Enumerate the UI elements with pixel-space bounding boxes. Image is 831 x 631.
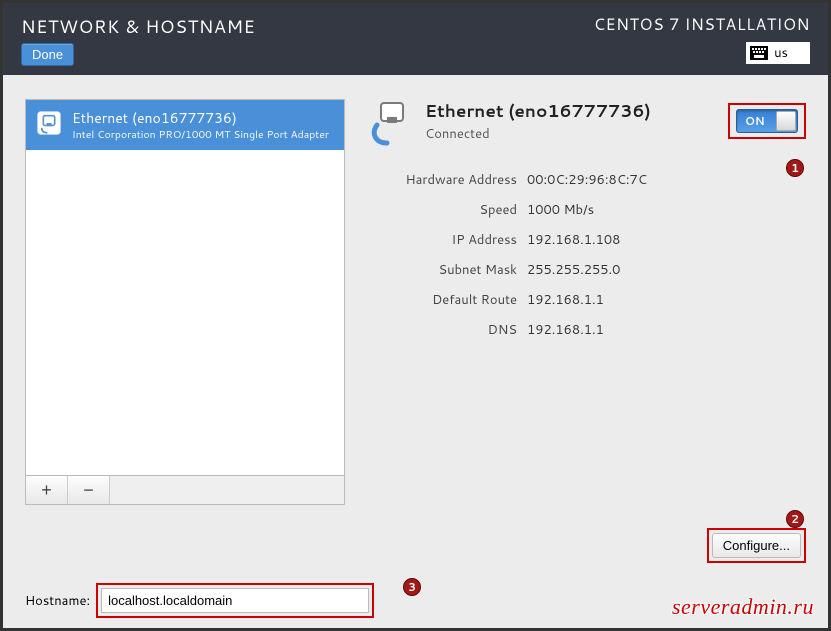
ip-value: 192.168.1.108 xyxy=(527,231,806,249)
connection-properties: Hardware Address 00:0C:29:96:8C:7C Speed… xyxy=(367,171,806,339)
list-buttons: + − xyxy=(25,476,345,505)
hw-addr-label: Hardware Address xyxy=(367,171,517,189)
mask-value: 255.255.255.0 xyxy=(527,261,806,279)
plus-icon: + xyxy=(41,480,52,501)
keyboard-layout-label: us xyxy=(774,44,788,62)
minus-icon: − xyxy=(83,480,94,501)
ethernet-icon xyxy=(36,110,62,136)
interface-detail-pane: Ethernet (eno16777736) Connected ON Hard… xyxy=(355,99,806,505)
hw-addr-value: 00:0C:29:96:8C:7C xyxy=(527,171,806,189)
hostname-input[interactable] xyxy=(101,588,369,613)
header-right: CENTOS 7 INSTALLATION us xyxy=(594,13,810,75)
detail-title: Ethernet (eno16777736) xyxy=(425,99,651,123)
toggle-knob xyxy=(776,111,796,131)
mask-label: Subnet Mask xyxy=(367,261,517,279)
watermark: serveradmin.ru xyxy=(672,594,814,620)
installer-window: NETWORK & HOSTNAME Done CENTOS 7 INSTALL… xyxy=(0,0,831,631)
route-value: 192.168.1.1 xyxy=(527,291,806,309)
installer-title: CENTOS 7 INSTALLATION xyxy=(594,13,810,36)
dns-value: 192.168.1.1 xyxy=(527,321,806,339)
interface-list-item[interactable]: Ethernet (eno16777736) Intel Corporation… xyxy=(26,100,344,150)
header-left: NETWORK & HOSTNAME Done xyxy=(21,13,255,75)
annotation-badge-3: 3 xyxy=(403,578,421,596)
toggle-label: ON xyxy=(745,113,765,129)
interface-description: Intel Corporation PRO/1000 MT Single Por… xyxy=(72,128,329,142)
detail-status: Connected xyxy=(425,125,651,143)
annotation-box-1: ON xyxy=(728,103,806,139)
speed-value: 1000 Mb/s xyxy=(527,201,806,219)
speed-label: Speed xyxy=(367,201,517,219)
route-label: Default Route xyxy=(367,291,517,309)
header-bar: NETWORK & HOSTNAME Done CENTOS 7 INSTALL… xyxy=(3,3,828,75)
dns-label: DNS xyxy=(367,321,517,339)
interface-list-column: Ethernet (eno16777736) Intel Corporation… xyxy=(25,99,345,505)
done-button[interactable]: Done xyxy=(21,43,74,66)
connection-toggle[interactable]: ON xyxy=(736,109,798,133)
annotation-badge-1: 1 xyxy=(786,159,804,177)
ethernet-large-icon xyxy=(367,99,415,147)
interface-list[interactable]: Ethernet (eno16777736) Intel Corporation… xyxy=(25,99,345,476)
annotation-box-2: Configure... xyxy=(707,528,806,563)
ip-label: IP Address xyxy=(367,231,517,249)
add-interface-button[interactable]: + xyxy=(26,476,68,504)
configure-button[interactable]: Configure... xyxy=(712,533,801,558)
annotation-badge-2: 2 xyxy=(786,510,804,528)
hostname-label: Hostname: xyxy=(25,592,90,610)
page-title: NETWORK & HOSTNAME xyxy=(21,13,255,39)
remove-interface-button[interactable]: − xyxy=(68,476,110,504)
keyboard-layout-selector[interactable]: us xyxy=(746,42,810,64)
interface-name: Ethernet (eno16777736) xyxy=(72,108,329,128)
keyboard-icon xyxy=(750,46,768,60)
annotation-box-3 xyxy=(96,583,374,618)
